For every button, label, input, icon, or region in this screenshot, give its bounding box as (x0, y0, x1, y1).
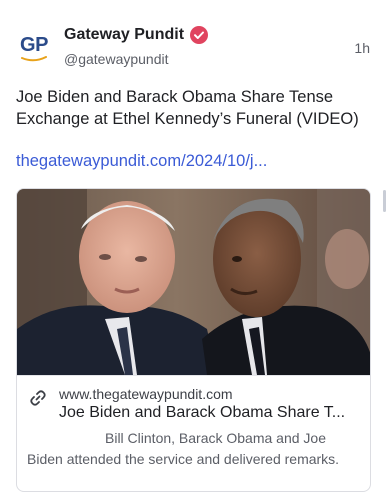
avatar[interactable]: GP (16, 30, 52, 66)
avatar-initials: GP (20, 33, 48, 56)
post-card[interactable]: GP Gateway Pundit @gatewaypundit 1h Joe … (0, 0, 386, 500)
verified-badge-icon[interactable] (190, 26, 209, 44)
author-handle[interactable]: @gatewaypundit (64, 51, 169, 67)
embed-domain: www.thegatewaypundit.com (59, 386, 233, 402)
post-timestamp[interactable]: 1h (354, 40, 370, 56)
avatar-swoosh-icon (21, 55, 47, 61)
link-icon (30, 390, 46, 406)
embed-description: Bill Clinton, Barack Obama and Joe Biden… (27, 430, 340, 467)
author-display-name[interactable]: Gateway Pundit (64, 26, 184, 44)
post-text: Joe Biden and Barack Obama Share Tense E… (16, 88, 359, 128)
author-row: Gateway Pundit (64, 26, 209, 44)
embed-meta: www.thegatewaypundit.com Joe Biden and B… (17, 375, 370, 491)
embed-title[interactable]: Joe Biden and Barack Obama Share T... (59, 404, 364, 422)
embed-thumbnail-image (17, 189, 370, 375)
post-link[interactable]: thegatewaypundit.com/2024/10/j... (16, 152, 316, 171)
link-embed-card[interactable]: www.thegatewaypundit.com Joe Biden and B… (16, 188, 371, 492)
